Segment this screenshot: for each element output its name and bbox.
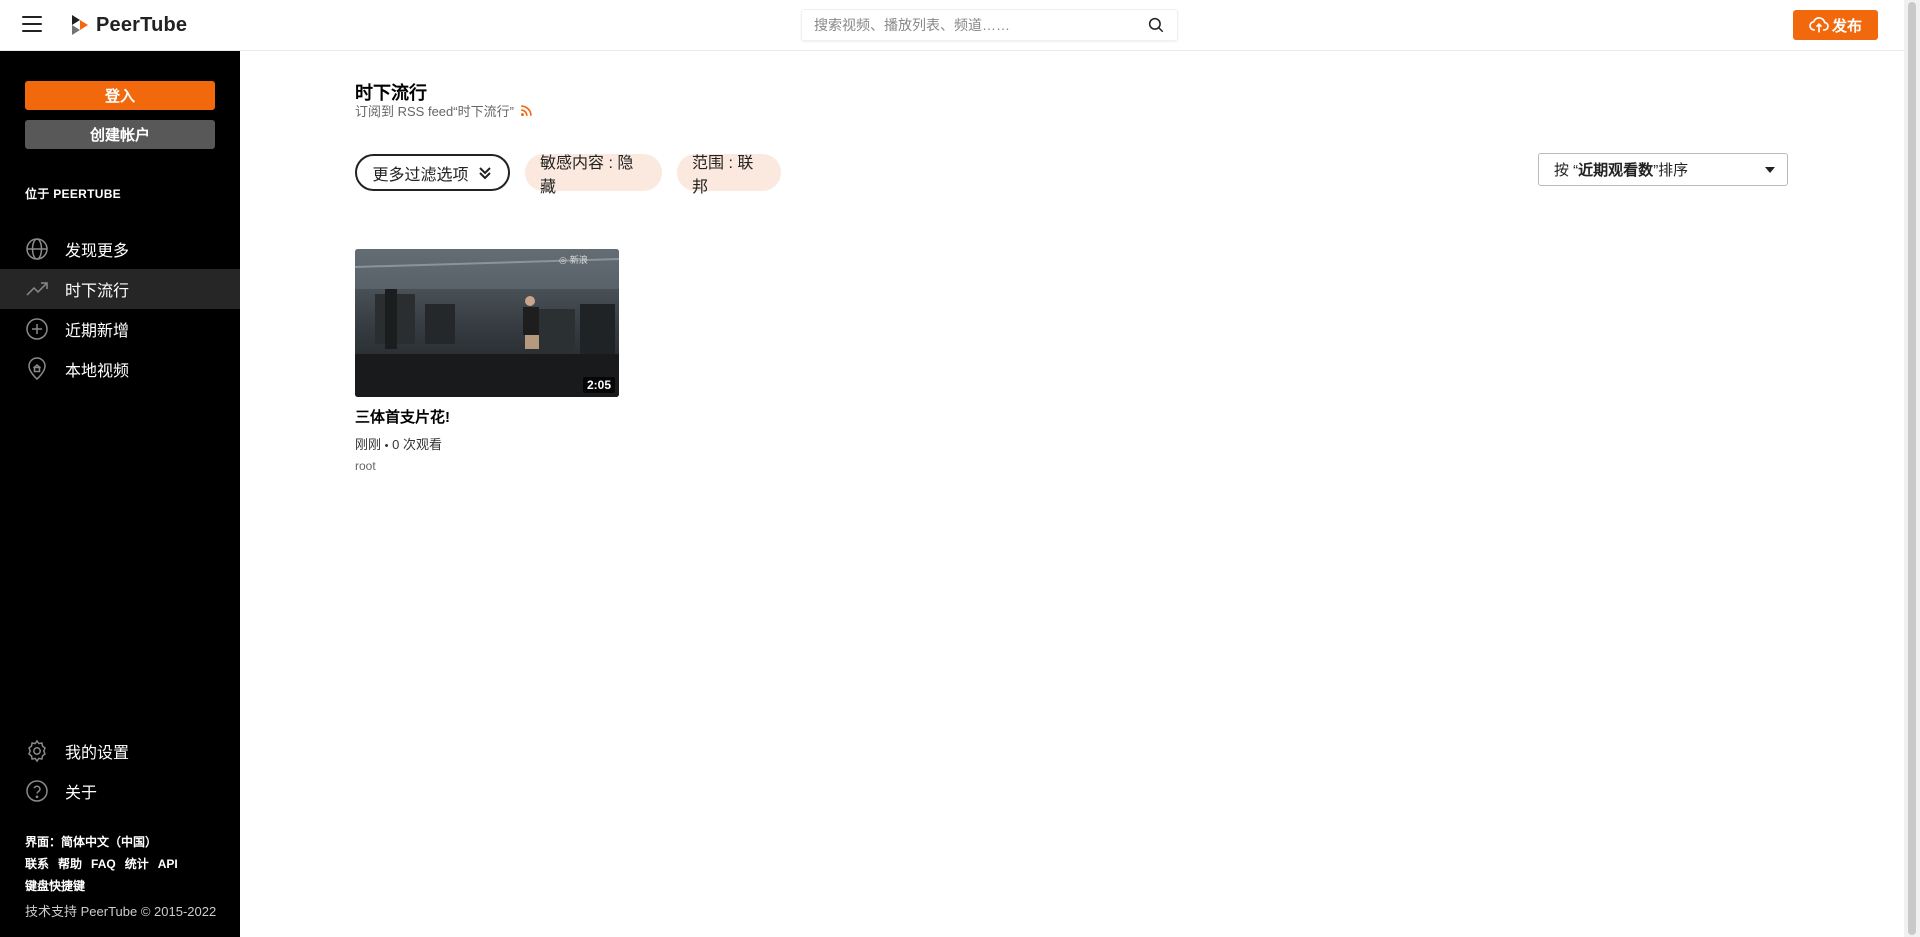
sidebar-item-label: 本地视频: [65, 363, 130, 380]
sidebar-item-label: 关于: [65, 785, 98, 802]
sidebar-item-label: 近期新增: [65, 323, 130, 340]
publish-label: 发布: [1831, 17, 1862, 35]
sort-select[interactable]: 按 “近期观看数 ”排序: [1538, 153, 1788, 186]
sidebar-section-title: 位于 PEERTUBE: [25, 187, 121, 201]
sidebar-item-recent[interactable]: 近期新增: [0, 309, 240, 349]
sidebar-item-label: 我的设置: [65, 745, 130, 762]
video-thumbnail-image: ◎ 新浪: [355, 249, 619, 397]
video-published: 刚刚: [355, 437, 382, 452]
scrollbar-thumb[interactable]: [1908, 2, 1916, 935]
rss-subscribe[interactable]: 订阅到 RSS feed“时下流行”: [355, 101, 533, 120]
video-thumbnail[interactable]: ◎ 新浪 2:05: [355, 249, 619, 397]
svg-text:◎ 新浪: ◎ 新浪: [559, 254, 588, 266]
page-scrollbar[interactable]: [1904, 0, 1920, 937]
sidebar-item-label: 发现更多: [65, 243, 130, 260]
footer-link-help[interactable]: 帮助: [58, 853, 82, 875]
sidebar-item-label: 时下流行: [65, 283, 130, 300]
sort-suffix: ”排序: [1653, 162, 1689, 179]
sidebar-item-local[interactable]: 本地视频: [0, 349, 240, 389]
video-card: ◎ 新浪 2:05 三体首支片花! 刚刚 • 0 次观看 root: [355, 249, 619, 473]
sidebar-item-discover[interactable]: 发现更多: [0, 229, 240, 269]
footer-link-faq[interactable]: FAQ: [91, 853, 116, 875]
plus-circle-icon: [26, 318, 48, 340]
top-header: PeerTube 发布: [0, 0, 1904, 51]
cog-icon: [28, 739, 46, 763]
video-duration: 2:05: [582, 377, 615, 393]
search-input[interactable]: [802, 10, 1132, 40]
home-pin-icon: [28, 357, 46, 380]
sidebar-bottom-nav: 我的设置 关于: [0, 731, 240, 811]
sort-value: 近期观看数: [1578, 162, 1654, 179]
video-meta: 刚刚 • 0 次观看: [355, 434, 619, 453]
meta-separator: •: [384, 440, 389, 452]
sort-prefix: 按 “: [1554, 162, 1579, 179]
search-icon[interactable]: [1147, 16, 1165, 34]
scope-filter-chip[interactable]: 范围 : 联邦: [677, 154, 781, 196]
sensitive-content-filter-chip[interactable]: 敏感内容 : 隐藏: [525, 154, 662, 196]
login-button[interactable]: 登入: [25, 81, 215, 110]
publish-button[interactable]: 发布: [1793, 10, 1878, 40]
language-selector[interactable]: 界面：简体中文（中国）: [25, 831, 157, 853]
create-account-button[interactable]: 创建帐户: [25, 120, 215, 149]
rss-icon[interactable]: [520, 104, 533, 117]
more-filters-button[interactable]: 更多过滤选项: [355, 154, 510, 191]
video-views: 0 次观看: [392, 437, 442, 452]
brand-name: PeerTube: [96, 13, 188, 36]
copyright-text[interactable]: 技术支持 PeerTube © 2015-2022: [25, 901, 216, 920]
footer-link-stats[interactable]: 统计: [125, 853, 149, 875]
video-owner[interactable]: root: [355, 459, 619, 473]
sidebar-footer: 界面：简体中文（中国） 联系 帮助 FAQ 统计 API 键盘快捷键: [25, 831, 178, 897]
double-chevron-down-icon: [478, 166, 491, 179]
sidebar-item-settings[interactable]: 我的设置: [0, 731, 240, 771]
keyboard-shortcuts-link[interactable]: 键盘快捷键: [25, 875, 85, 897]
sidebar-nav: 发现更多 时下流行 近期新增 本地视频: [0, 229, 240, 389]
dropdown-caret-icon: [1765, 167, 1775, 173]
main-content: 时下流行 订阅到 RSS feed“时下流行” 更多过滤选项 敏感内容 : 隐藏…: [240, 51, 1904, 937]
footer-link-contact[interactable]: 联系: [25, 853, 49, 875]
upload-cloud-icon: [1809, 17, 1829, 33]
help-icon: [26, 780, 48, 802]
globe-icon: [26, 238, 48, 260]
trending-icon: [26, 282, 48, 296]
footer-link-api[interactable]: API: [158, 853, 178, 875]
more-filters-label: 更多过滤选项: [372, 166, 469, 184]
rss-text: 订阅到 RSS feed“时下流行”: [355, 104, 514, 119]
sidebar-item-about[interactable]: 关于: [0, 771, 240, 811]
menu-toggle-icon[interactable]: [22, 16, 42, 34]
sidebar-item-trending[interactable]: 时下流行: [0, 269, 240, 309]
logo[interactable]: PeerTube: [70, 13, 187, 37]
peertube-logo-icon: [72, 15, 88, 35]
video-title[interactable]: 三体首支片花!: [355, 406, 619, 427]
search-bar: [802, 10, 1177, 40]
sidebar: 登入 创建帐户 位于 PEERTUBE 发现更多 时下流行 近期新增 本地视频 …: [0, 51, 240, 937]
